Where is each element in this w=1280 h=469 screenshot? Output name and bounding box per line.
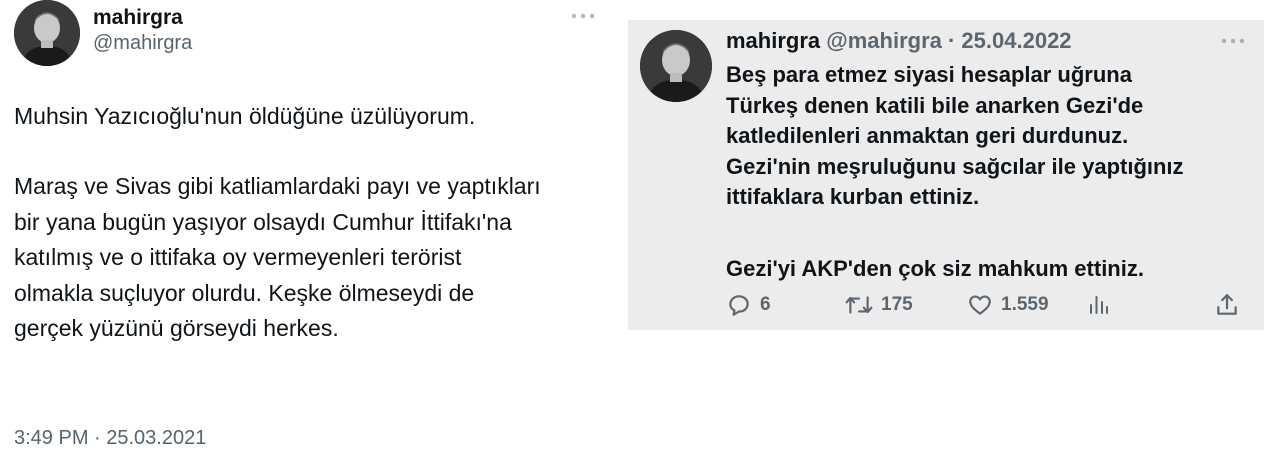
user-handle[interactable]: @mahirgra	[93, 32, 192, 55]
reply-bubble-icon	[729, 295, 749, 316]
handle-and-date[interactable]: @mahirgra · 25.04.2022	[826, 28, 1071, 53]
retweet-button[interactable]: 175	[845, 290, 913, 320]
tweet-text-line: Beş para etmez siyasi hesaplar uğruna	[726, 62, 1132, 87]
views-bar-chart-icon	[1090, 296, 1108, 314]
tweet-timestamp[interactable]: 3:49 PM · 25.03.2021	[14, 427, 206, 450]
tweet-text-line: ittifaklara kurban ettiniz.	[726, 184, 980, 209]
tweet-text-line: gerçek yüzünü görseydi herkes.	[14, 315, 339, 341]
tweet-text-line: katılmış ve o ittifaka oy vermeyenleri t…	[14, 244, 462, 270]
avatar-photo-icon	[14, 0, 80, 66]
tweet-text-line: olmakla suçluyor olurdu. Keşke ölmeseydi…	[14, 279, 475, 306]
share-icon	[1217, 294, 1237, 315]
like-count: 1.559	[1001, 294, 1049, 315]
avatar-photo-icon	[640, 30, 712, 102]
like-button[interactable]: 1.559	[967, 290, 1049, 320]
tweet-action-bar: 6 175 1.559	[628, 290, 1264, 320]
avatar[interactable]	[14, 0, 80, 66]
more-dots-icon[interactable]	[1220, 29, 1246, 50]
tweet-text-paragraph-1: Muhsin Yazıcıoğlu'nun öldüğüne üzülüyoru…	[14, 99, 614, 135]
views-button[interactable]	[1087, 290, 1111, 320]
reply-count: 6	[760, 294, 771, 315]
retweet-count: 175	[881, 294, 913, 315]
tweet-text-line: katledilenleri anmaktan geri durdunuz.	[726, 123, 1129, 148]
tweet-text-paragraph-2: Gezi'yi AKP'den çok siz mahkum ettiniz.	[726, 254, 1256, 285]
share-button[interactable]	[1214, 290, 1240, 320]
quoted-tweet-screenshot: mahirgra @mahirgra · 25.04.2022 Beş para…	[628, 20, 1264, 330]
tweet-header: mahirgra @mahirgra · 25.04.2022	[726, 28, 1072, 54]
tweet-text-line: bir yana bugün yaşıyor olsaydı Cumhur İt…	[14, 208, 512, 235]
more-dots-icon[interactable]	[570, 4, 596, 25]
tweet-text-line: Gezi'nin meşruluğunu sağcılar ile yaptığ…	[726, 153, 1184, 179]
reply-button[interactable]: 6	[726, 290, 771, 320]
tweet-text-line: Gezi'yi AKP'den çok siz mahkum ettiniz.	[726, 256, 1144, 281]
tweet-text-paragraph-2: Maraş ve Sivas gibi katliamlardaki payı …	[14, 169, 614, 347]
tweet-text-line: Türkeş denen katili bile anarken Gezi'de	[726, 92, 1144, 118]
display-name[interactable]: mahirgra	[93, 6, 183, 30]
retweet-icon	[845, 296, 873, 314]
tweet-text-line: Maraş ve Sivas gibi katliamlardaki payı …	[14, 173, 541, 199]
heart-icon	[969, 295, 991, 315]
tweet-text-paragraph-1: Beş para etmez siyasi hesaplar uğruna Tü…	[726, 60, 1256, 213]
tweet-text-line: Muhsin Yazıcıoğlu'nun öldüğüne üzülüyoru…	[14, 103, 476, 129]
avatar[interactable]	[640, 30, 712, 102]
display-name[interactable]: mahirgra	[726, 28, 820, 53]
left-tweet: mahirgra @mahirgra Muhsin Yazıcıoğlu'nun…	[0, 0, 615, 469]
